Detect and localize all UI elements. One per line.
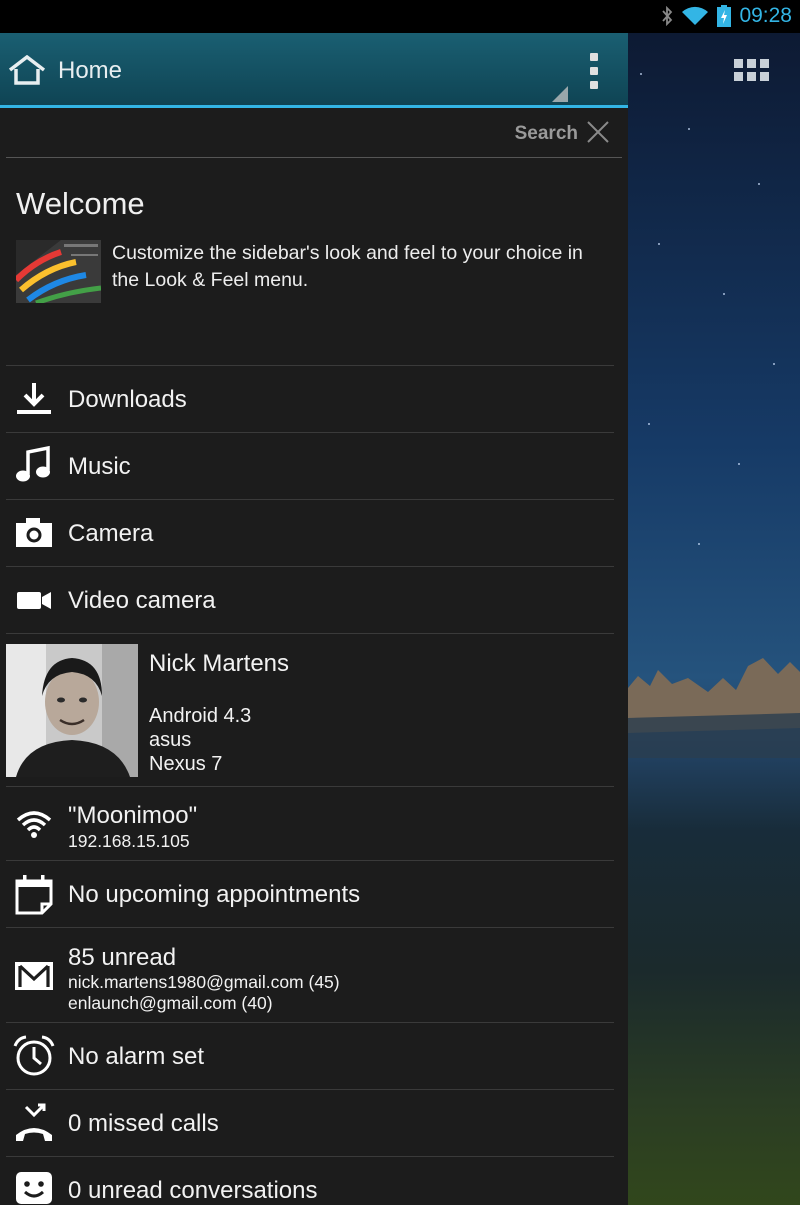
bluetooth-icon: [662, 6, 673, 26]
camera-icon: [16, 518, 52, 547]
download-icon: [17, 383, 51, 414]
gmail-widget[interactable]: 85 unread nick.martens1980@gmail.com (45…: [6, 928, 614, 1023]
close-icon[interactable]: [586, 120, 610, 144]
profile-manufacturer: asus: [149, 729, 192, 751]
video-camera-icon: [17, 592, 51, 609]
gmail-account: nick.martens1980@gmail.com (45): [68, 972, 340, 992]
shortcut-music[interactable]: Music: [6, 433, 614, 500]
look-and-feel-thumbnail: [16, 240, 101, 303]
gmail-icon: [15, 962, 53, 990]
shortcut-video-camera[interactable]: Video camera: [6, 567, 614, 634]
shortcut-downloads[interactable]: Downloads: [6, 366, 614, 433]
gmail-unread-count: 85 unread: [68, 944, 177, 971]
missed-calls-status: 0 missed calls: [68, 1110, 219, 1137]
welcome-card: Welcome Customize the sidebar's look and…: [6, 158, 614, 366]
resize-corner-icon: [552, 86, 568, 102]
page-title[interactable]: Home: [58, 57, 122, 85]
wifi-widget[interactable]: "Moonimoo" 192.168.15.105: [6, 787, 614, 861]
music-note-icon: [16, 445, 50, 482]
welcome-title: Welcome: [16, 186, 145, 221]
shortcut-label: Video camera: [68, 587, 216, 614]
calendar-widget[interactable]: No upcoming appointments: [6, 861, 614, 928]
overflow-menu-icon[interactable]: [582, 53, 606, 89]
profile-os-version: Android 4.3: [149, 705, 252, 727]
alarm-clock-icon: [13, 1035, 55, 1076]
shortcut-camera[interactable]: Camera: [6, 500, 614, 567]
search-input[interactable]: Search: [515, 123, 578, 145]
battery-charging-icon: [717, 5, 732, 27]
shortcut-label: Camera: [68, 520, 154, 547]
profile-device-model: Nexus 7: [149, 753, 223, 775]
wifi-signal-icon: [682, 6, 709, 25]
alarm-widget[interactable]: No alarm set: [6, 1023, 614, 1090]
status-bar: 09:28: [0, 0, 800, 33]
all-apps-icon[interactable]: [734, 59, 770, 81]
shortcut-label: Music: [68, 453, 131, 480]
chat-smiley-icon: [16, 1172, 52, 1204]
rock-formation: [628, 658, 800, 758]
sidebar-panel: Home Search Welcome Customize the sideba…: [0, 33, 628, 1205]
profile-name: Nick Martens: [149, 650, 290, 677]
wifi-icon: [16, 811, 52, 838]
clock: 09:28: [739, 4, 792, 27]
wifi-ip-address: 192.168.15.105: [68, 831, 190, 851]
calendar-icon: [15, 875, 53, 915]
messages-widget[interactable]: 0 unread conversations: [6, 1157, 614, 1205]
calendar-status: No upcoming appointments: [68, 881, 361, 908]
wifi-ssid: "Moonimoo": [68, 802, 198, 829]
avatar: [6, 644, 138, 777]
missed-calls-widget[interactable]: 0 missed calls: [6, 1090, 614, 1157]
alarm-status: No alarm set: [68, 1043, 205, 1070]
welcome-text: Customize the sidebar's look and feel to…: [112, 242, 583, 291]
shortcut-label: Downloads: [68, 386, 187, 413]
wallpaper: [628, 33, 800, 1205]
search-bar[interactable]: Search: [6, 108, 622, 158]
home-icon[interactable]: [8, 55, 46, 85]
profile-card[interactable]: Nick Martens Android 4.3 asus Nexus 7: [6, 634, 614, 787]
gmail-account: enlaunch@gmail.com (40): [68, 993, 273, 1013]
missed-call-icon: [16, 1103, 52, 1141]
header-bar: Home: [0, 33, 628, 108]
messages-status: 0 unread conversations: [68, 1177, 318, 1204]
